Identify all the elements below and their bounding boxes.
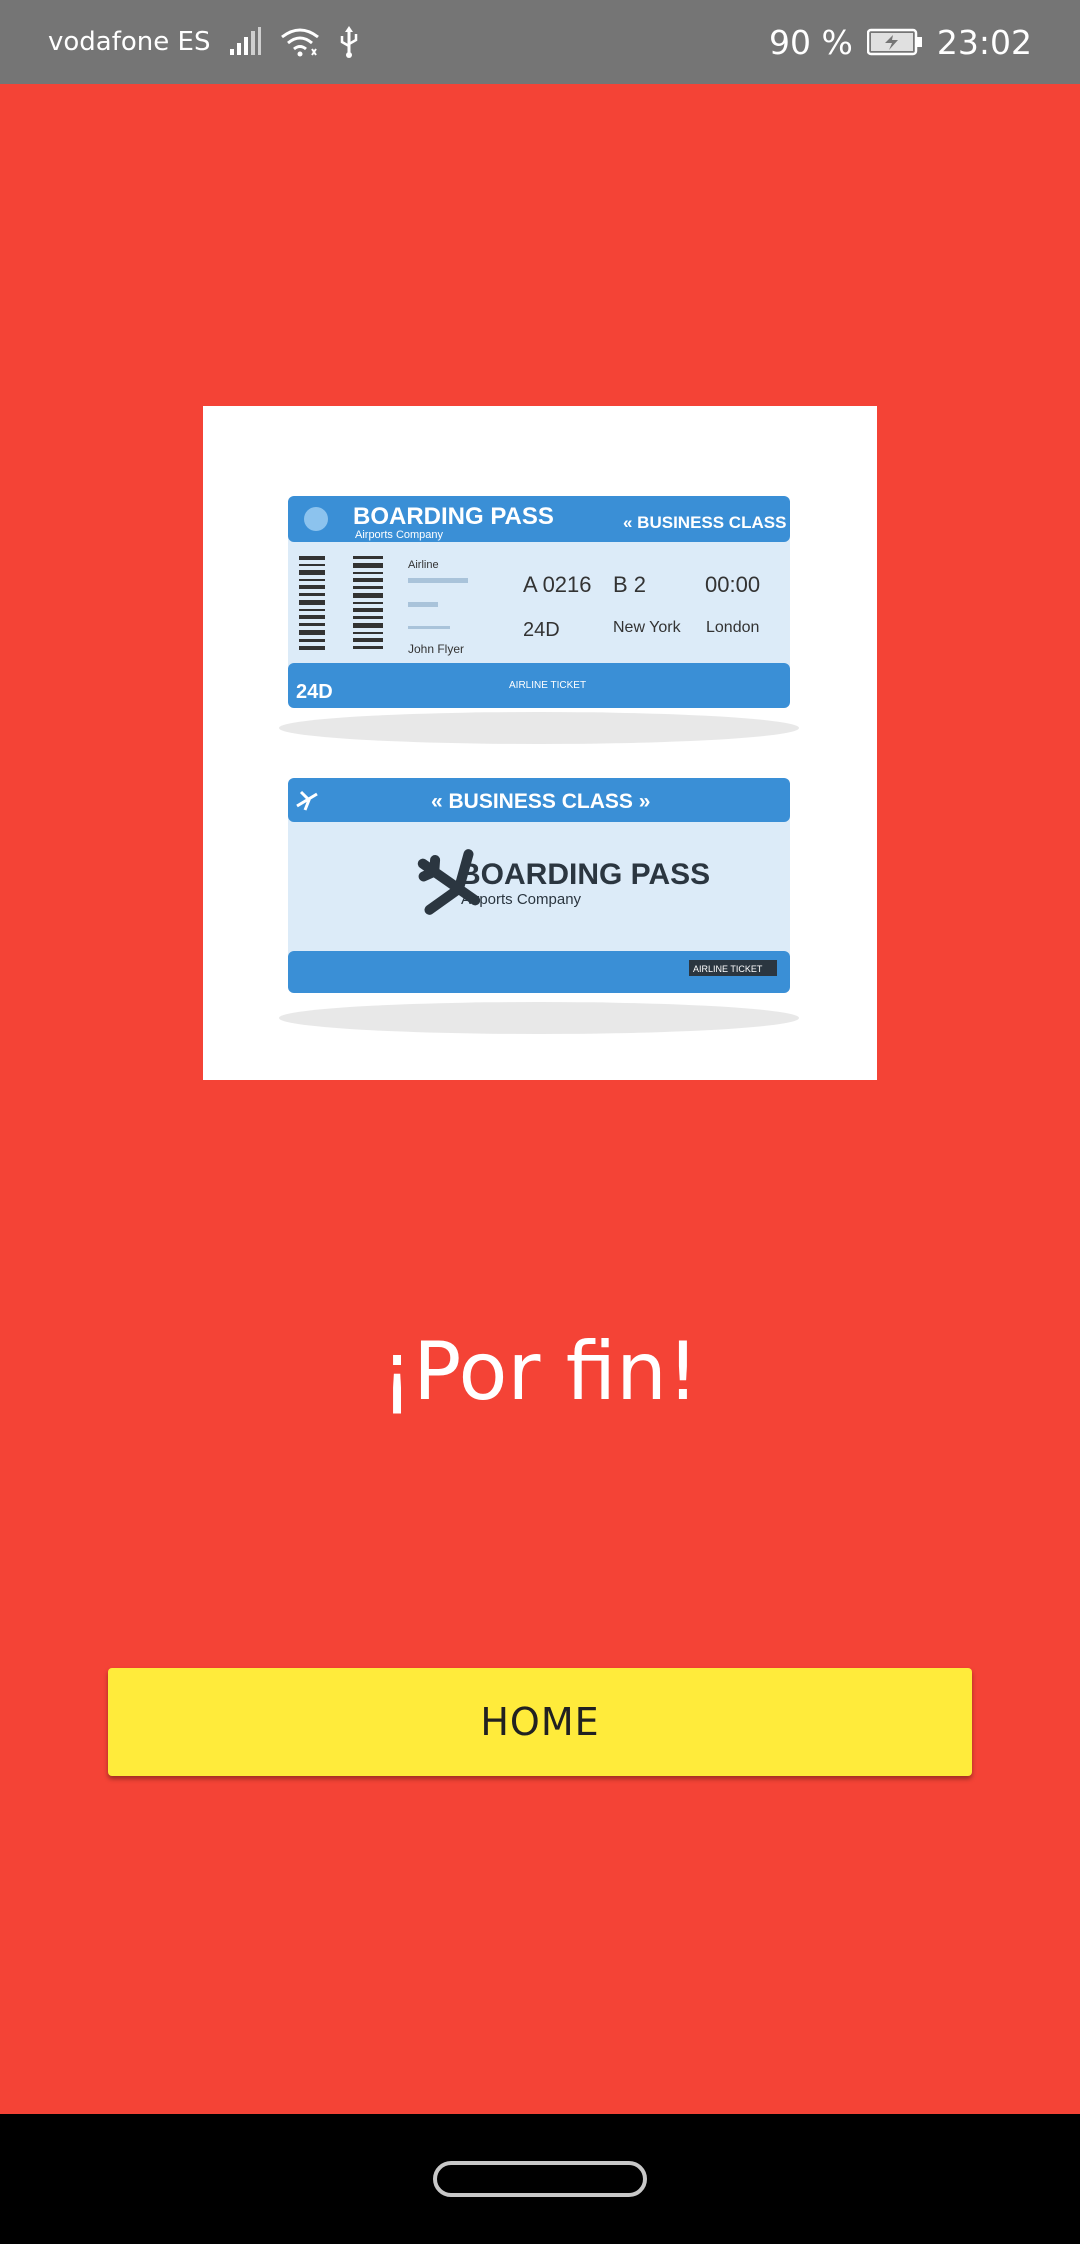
top-ticket-passenger: John Flyer [408,642,464,656]
bottom-ticket-class: « BUSINESS CLASS » [431,790,650,813]
top-ticket-class: « BUSINESS CLASS [623,513,786,532]
status-right: 90 % 23:02 [769,23,1032,62]
top-ticket-title: BOARDING PASS [353,503,554,530]
home-button[interactable]: HOME [108,1668,972,1776]
wifi-icon [280,27,320,57]
top-ticket-footer-seat: 24D [296,681,333,703]
boarding-pass-image: BOARDING PASS Airports Company « BUSINES… [203,406,877,1080]
bottom-ticket-footer-label: AIRLINE TICKET [693,964,763,974]
top-ticket-seat: 24D [523,619,560,641]
bottom-ticket-company: Airports Company [461,891,582,908]
battery-charging-icon [866,28,923,56]
top-ticket-airline: Airline [408,559,439,571]
top-ticket-flight: A 0216 [523,572,592,597]
bottom-ticket-title: BOARDING PASS [459,858,710,891]
main-content: BOARDING PASS Airports Company « BUSINES… [0,84,1080,2114]
top-ticket-from: New York [613,619,682,636]
headline: ¡Por fin! [381,1325,699,1418]
status-bar: vodafone ES 90 % 23:02 [0,0,1080,84]
navigation-bar [0,2114,1080,2244]
usb-icon [338,26,360,58]
top-ticket-gate: B 2 [613,572,646,597]
top-ticket-company: Airports Company [355,529,444,541]
clock: 23:02 [936,22,1032,62]
signal-icon [228,27,262,57]
battery-percent: 90 % [769,22,853,62]
top-ticket-time: 00:00 [705,572,760,597]
status-left: vodafone ES [48,26,360,58]
top-ticket-to: London [706,619,759,636]
top-ticket-footer-label: AIRLINE TICKET [509,680,586,691]
carrier-name: vodafone ES [48,27,211,57]
home-gesture-handle[interactable] [433,2161,647,2197]
